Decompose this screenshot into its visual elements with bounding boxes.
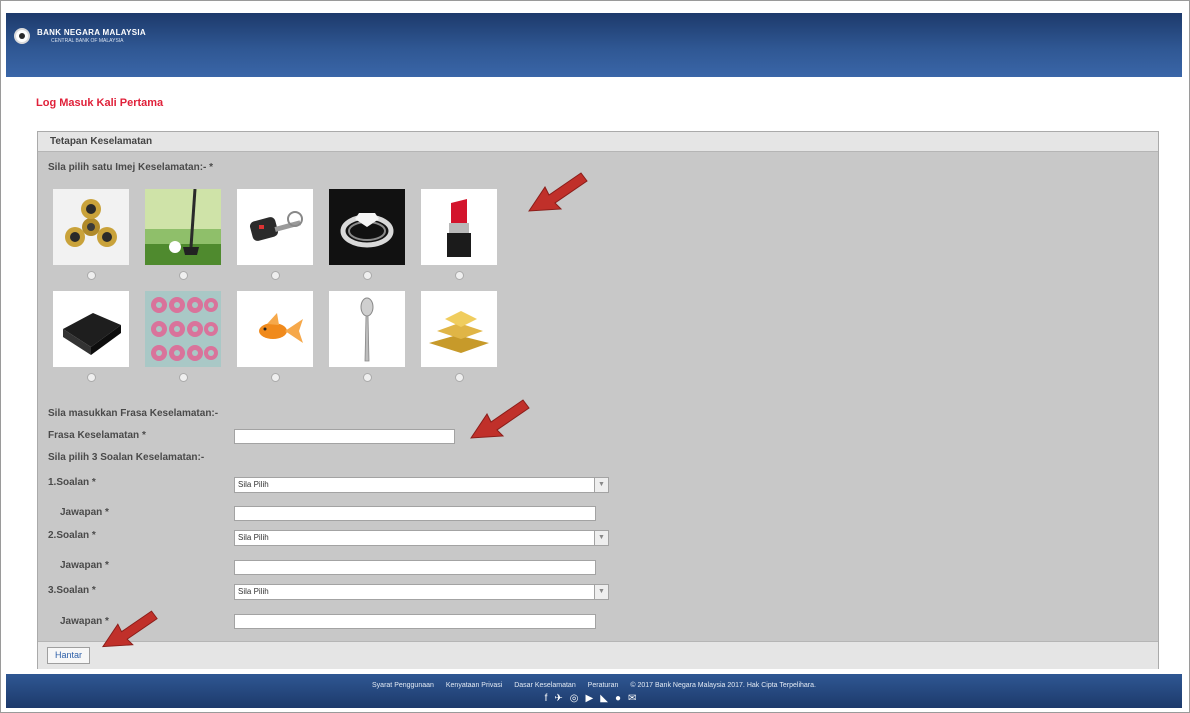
bank-subtitle: CENTRAL BANK OF MALAYSIA	[51, 37, 124, 44]
questions-section-label: Sila pilih 3 Soalan Keselamatan:-	[48, 452, 205, 463]
security-image-radio-7[interactable]	[179, 373, 188, 382]
phrase-section-label: Sila masukkan Frasa Keselamatan:-	[48, 408, 219, 419]
answer-2-label: Jawapan *	[60, 560, 109, 571]
site-footer: Syarat Penggunaan Kenyataan Privasi Dasa…	[6, 674, 1182, 708]
twitter-icon[interactable]: ✈	[554, 693, 569, 704]
security-image-radio-8[interactable]	[271, 373, 280, 382]
bank-name: BANK NEGARA MALAYSIA	[37, 27, 146, 37]
security-image-radio-10[interactable]	[455, 373, 464, 382]
footer-link-terms[interactable]: Syarat Penggunaan	[372, 682, 434, 689]
bank-logo-link[interactable]: BANK NEGARA MALAYSIA CENTRAL BANK OF MAL…	[14, 28, 146, 44]
question-3-select[interactable]: Sila Pilih ▼	[234, 584, 609, 600]
security-image-spoon[interactable]	[329, 291, 405, 367]
security-image-radio-5[interactable]	[455, 271, 464, 280]
chevron-down-icon[interactable]: ▼	[594, 584, 609, 600]
answer-2-input[interactable]	[234, 560, 596, 575]
security-image-fidget-spinner[interactable]	[53, 189, 129, 265]
security-image-donuts[interactable]	[145, 291, 221, 367]
annotation-arrow-icon	[470, 399, 530, 439]
answer-1-input[interactable]	[234, 506, 596, 521]
security-image-radio-6[interactable]	[87, 373, 96, 382]
email-icon[interactable]: ✉	[628, 693, 643, 704]
rss-icon[interactable]: ◣	[600, 693, 615, 704]
donuts-icon	[145, 291, 221, 367]
goldfish-icon	[237, 291, 313, 367]
security-image-radio-1[interactable]	[87, 271, 96, 280]
question-2-select[interactable]: Sila Pilih ▼	[234, 530, 609, 546]
button-bar: Hantar	[38, 641, 1158, 669]
security-settings-panel: Tetapan Keselamatan Sila pilih satu Imej…	[37, 131, 1159, 669]
footer-links: Syarat Penggunaan Kenyataan Privasi Dasa…	[6, 682, 1182, 689]
lipstick-icon	[421, 189, 497, 265]
youtube-icon[interactable]: ▶	[586, 693, 601, 704]
submit-button[interactable]: Hantar	[47, 647, 91, 664]
question-3-selected: Sila Pilih	[238, 587, 269, 596]
footer-link-security-policy[interactable]: Dasar Keselamatan	[514, 682, 575, 689]
instagram-icon[interactable]: ◎	[570, 693, 586, 704]
site-header: BANK NEGARA MALAYSIA CENTRAL BANK OF MAL…	[6, 13, 1182, 77]
answer-1-label: Jawapan *	[60, 507, 109, 518]
golf-club-icon	[145, 189, 221, 265]
question-2-selected: Sila Pilih	[238, 533, 269, 542]
page-title: Log Masuk Kali Pertama	[36, 97, 164, 109]
phrase-field-label: Frasa Keselamatan *	[48, 430, 146, 441]
black-box-icon	[53, 291, 129, 367]
security-image-radio-4[interactable]	[363, 271, 372, 280]
spoon-icon	[329, 291, 405, 367]
annotation-arrow-icon	[101, 610, 158, 648]
question-2-label: 2.Soalan *	[48, 530, 96, 541]
security-image-black-box[interactable]	[53, 291, 129, 367]
security-image-diamond-ring[interactable]	[329, 189, 405, 265]
footer-copyright: © 2017 Bank Negara Malaysia 2017. Hak Ci…	[630, 682, 816, 689]
chevron-down-icon[interactable]: ▼	[594, 477, 609, 493]
security-image-car-key[interactable]	[237, 189, 313, 265]
security-image-radio-2[interactable]	[179, 271, 188, 280]
question-1-selected: Sila Pilih	[238, 480, 269, 489]
diamond-ring-icon	[329, 189, 405, 265]
footer-link-rules[interactable]: Peraturan	[588, 682, 619, 689]
bank-logo-icon	[14, 28, 30, 44]
chevron-down-icon[interactable]: ▼	[594, 530, 609, 546]
question-1-select[interactable]: Sila Pilih ▼	[234, 477, 609, 493]
annotation-arrow-icon	[528, 172, 588, 212]
security-image-radio-3[interactable]	[271, 271, 280, 280]
question-3-label: 3.Soalan *	[48, 585, 96, 596]
security-image-label: Sila pilih satu Imej Keselamatan:- *	[48, 162, 214, 173]
security-image-radio-9[interactable]	[363, 373, 372, 382]
security-phrase-input[interactable]	[234, 429, 455, 444]
question-1-label: 1.Soalan *	[48, 477, 96, 488]
security-image-gold-bars[interactable]	[421, 291, 497, 367]
fidget-spinner-icon	[53, 189, 129, 265]
answer-3-input[interactable]	[234, 614, 596, 629]
gold-bars-icon	[421, 291, 497, 367]
pinterest-icon[interactable]: ●	[615, 693, 628, 704]
facebook-icon[interactable]: f	[545, 693, 555, 704]
security-image-goldfish[interactable]	[237, 291, 313, 367]
panel-heading: Tetapan Keselamatan	[38, 132, 1158, 152]
security-image-golf[interactable]	[145, 189, 221, 265]
car-key-icon	[237, 189, 313, 265]
social-icons: f✈◎▶◣●✉	[6, 693, 1182, 704]
footer-link-privacy[interactable]: Kenyataan Privasi	[446, 682, 502, 689]
security-image-lipstick[interactable]	[421, 189, 497, 265]
